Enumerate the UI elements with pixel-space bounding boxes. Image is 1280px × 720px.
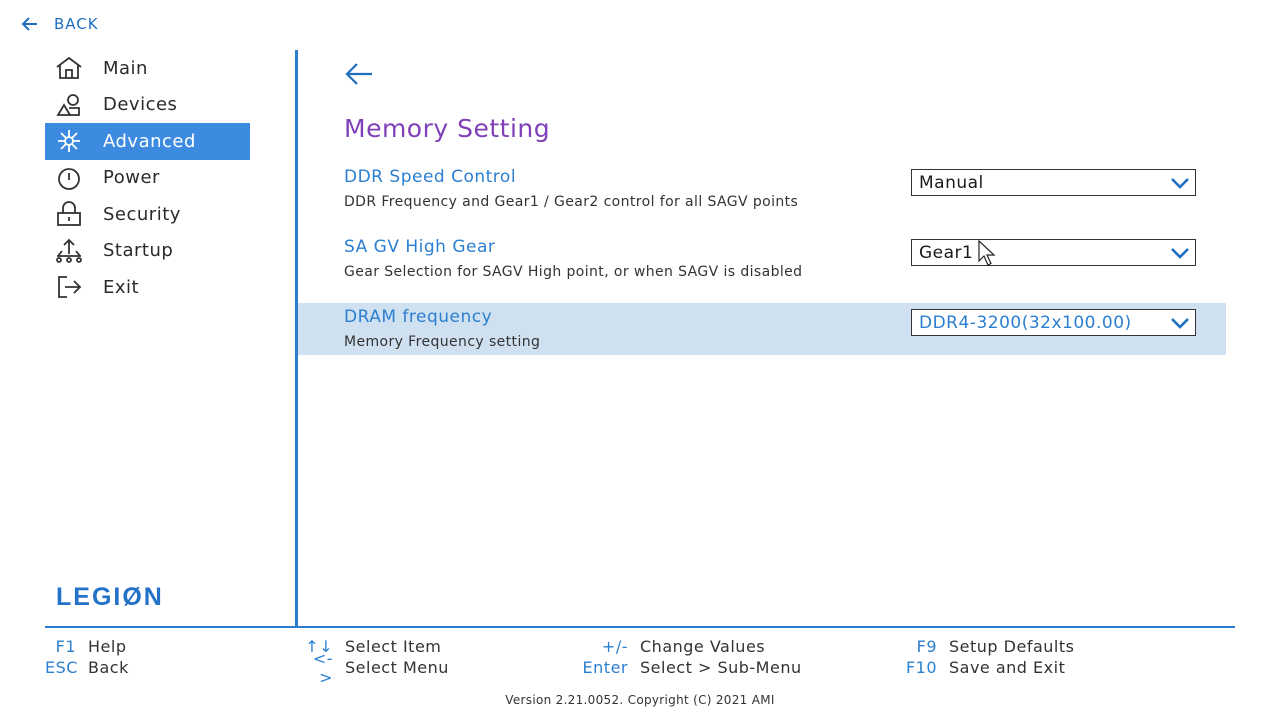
sidebar-item-advanced[interactable]: Advanced	[45, 123, 250, 160]
footer-hint-select-menu: <-> Select Menu	[300, 649, 449, 687]
footer-key: ESC	[45, 658, 78, 677]
legion-logo: LEGIØN	[56, 583, 164, 611]
sidebar-nav: Main Devices Advanced Power Security Sta…	[45, 50, 250, 306]
chevron-down-icon	[1165, 309, 1195, 336]
footer-hint-change-values: +/- Change Values	[570, 636, 765, 657]
sidebar-item-exit[interactable]: Exit	[45, 269, 250, 306]
horizontal-divider	[45, 626, 1235, 628]
back-link[interactable]: BACK	[20, 14, 99, 34]
footer-key: F9	[916, 637, 937, 656]
footer-text: Select Item	[345, 637, 442, 656]
setting-label: DDR Speed Control	[344, 167, 517, 187]
sidebar-item-label: Startup	[103, 240, 174, 262]
sidebar-item-label: Main	[103, 57, 148, 79]
chevron-down-icon	[1165, 169, 1195, 196]
devices-icon	[53, 92, 85, 118]
chevron-down-icon	[1165, 239, 1195, 266]
sidebar-item-security[interactable]: Security	[45, 196, 250, 233]
dropdown-value: DDR4-3200(32x100.00)	[919, 312, 1132, 333]
footer-key: F1	[55, 637, 76, 656]
footer-key: +/-	[601, 637, 628, 656]
footer-text: Help	[88, 637, 127, 656]
footer-hint-save-exit: F10 Save and Exit	[895, 657, 1065, 678]
footer-key: F10	[905, 658, 937, 677]
footer-text: Change Values	[640, 637, 766, 656]
sidebar-item-power[interactable]: Power	[45, 160, 250, 197]
sidebar-item-main[interactable]: Main	[45, 50, 250, 87]
setting-ddr-speed-control[interactable]: DDR Speed Control DDR Frequency and Gear…	[298, 163, 1226, 231]
back-arrow-icon	[21, 17, 37, 31]
sidebar-item-label: Power	[103, 167, 160, 189]
exit-icon	[53, 274, 85, 300]
dropdown-value: Gear1	[919, 242, 974, 263]
sidebar-item-label: Security	[103, 203, 181, 225]
footer-text: Save and Exit	[949, 658, 1066, 677]
setting-description: Memory Frequency setting	[344, 334, 541, 350]
sa-gv-high-gear-dropdown[interactable]: Gear1	[911, 239, 1196, 266]
sidebar-item-label: Advanced	[103, 130, 196, 152]
footer-key: Enter	[582, 658, 628, 677]
dram-frequency-dropdown[interactable]: DDR4-3200(32x100.00)	[911, 309, 1196, 336]
footer-text: Back	[88, 658, 129, 677]
setting-label: SA GV High Gear	[344, 237, 496, 257]
version-text: Version 2.21.0052. Copyright (C) 2021 AM…	[505, 693, 775, 707]
footer-text: Select Menu	[345, 658, 449, 677]
footer-text: Setup Defaults	[949, 637, 1075, 656]
footer-text: Select > Sub-Menu	[640, 658, 802, 677]
footer-hint-help: F1 Help	[45, 636, 126, 657]
page-title: Memory Setting	[344, 114, 551, 143]
home-icon	[53, 55, 85, 81]
sidebar-item-startup[interactable]: Startup	[45, 233, 250, 270]
power-icon	[53, 165, 85, 191]
back-label: BACK	[54, 15, 99, 33]
sidebar-item-devices[interactable]: Devices	[45, 87, 250, 124]
dropdown-value: Manual	[919, 172, 984, 193]
setting-description: Gear Selection for SAGV High point, or w…	[344, 264, 803, 280]
setting-sa-gv-high-gear[interactable]: SA GV High Gear Gear Selection for SAGV …	[298, 233, 1226, 301]
startup-icon	[53, 238, 85, 264]
setting-description: DDR Frequency and Gear1 / Gear2 control …	[344, 194, 799, 210]
advanced-icon	[53, 128, 85, 154]
lock-icon	[53, 201, 85, 227]
footer-hint-sub-menu: Enter Select > Sub-Menu	[570, 657, 802, 678]
back-arrow-icon	[345, 63, 372, 85]
sidebar-item-label: Exit	[103, 276, 140, 298]
content-back-button[interactable]	[343, 60, 375, 88]
footer-hint-back: ESC Back	[45, 657, 129, 678]
setting-dram-frequency[interactable]: DRAM frequency Memory Frequency setting …	[298, 303, 1226, 355]
setting-label: DRAM frequency	[344, 307, 493, 327]
footer-hint-setup-defaults: F9 Setup Defaults	[895, 636, 1074, 657]
footer-key: <->	[312, 648, 333, 687]
sidebar-item-label: Devices	[103, 94, 178, 116]
mouse-cursor-icon	[978, 240, 996, 266]
ddr-speed-control-dropdown[interactable]: Manual	[911, 169, 1196, 196]
